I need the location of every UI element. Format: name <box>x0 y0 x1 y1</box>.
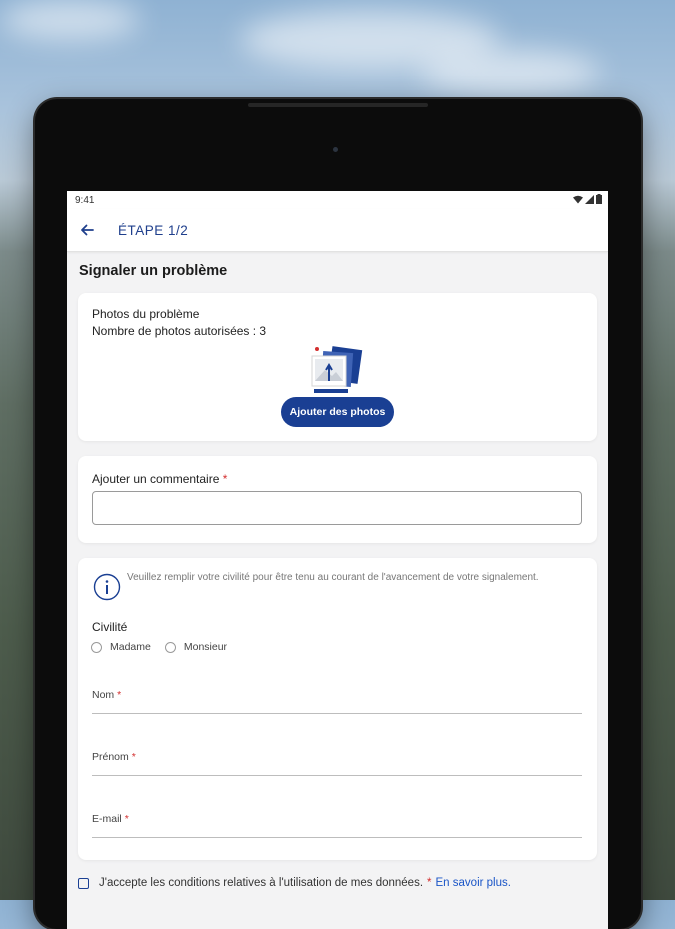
signal-icon <box>585 194 594 204</box>
back-arrow-icon[interactable] <box>77 220 97 240</box>
email-label-text: E-mail <box>92 813 122 825</box>
civility-options: Madame Monsieur <box>91 641 227 653</box>
required-mark: * <box>427 877 432 889</box>
photos-title: Photos du problème <box>92 307 200 321</box>
photos-limit: Nombre de photos autorisées : 3 <box>92 324 267 338</box>
info-icon <box>93 573 121 601</box>
consent-row: J'accepte les conditions relatives à l'u… <box>78 877 511 889</box>
photo-gallery-icon <box>311 346 363 393</box>
step-title: ÉTAPE 1/2 <box>118 223 189 238</box>
nom-label: Nom * <box>92 689 121 701</box>
prenom-field[interactable]: Prénom * <box>92 749 582 776</box>
add-photos-button[interactable]: Ajouter des photos <box>281 397 394 427</box>
required-mark: * <box>222 472 228 486</box>
info-text: Veuillez remplir votre civilité pour êtr… <box>127 572 539 583</box>
battery-icon <box>596 194 602 204</box>
civility-label: Civilité <box>92 620 128 634</box>
nom-field[interactable]: Nom * <box>92 687 582 714</box>
required-mark: * <box>131 751 136 763</box>
contact-card: Veuillez remplir votre civilité pour êtr… <box>78 558 597 860</box>
prenom-label-text: Prénom <box>92 751 129 763</box>
comment-label: Ajouter un commentaire * <box>92 472 227 486</box>
radio-madame-label: Madame <box>110 641 151 653</box>
consent-text: J'accepte les conditions relatives à l'u… <box>99 877 424 889</box>
speaker-grille <box>248 103 428 107</box>
front-camera <box>333 147 338 152</box>
status-time: 9:41 <box>75 195 95 206</box>
app-screen: 9:41 ÉTAPE 1/2 Signaler un problème Phot… <box>67 191 608 929</box>
prenom-label: Prénom * <box>92 751 136 763</box>
tablet-frame: 9:41 ÉTAPE 1/2 Signaler un problème Phot… <box>35 99 641 929</box>
required-mark: * <box>117 689 122 701</box>
comment-card: Ajouter un commentaire * <box>78 456 597 543</box>
learn-more-link[interactable]: En savoir plus. <box>436 877 511 889</box>
required-mark: * <box>124 813 129 825</box>
comment-label-text: Ajouter un commentaire <box>92 472 220 486</box>
page-title: Signaler un problème <box>79 263 228 279</box>
radio-monsieur-label: Monsieur <box>183 641 228 653</box>
nom-label-text: Nom <box>92 689 115 701</box>
wifi-icon <box>573 195 583 203</box>
consent-checkbox[interactable] <box>78 877 89 889</box>
comment-input[interactable] <box>92 491 582 525</box>
radio-madame[interactable] <box>91 641 102 653</box>
photos-card: Photos du problème Nombre de photos auto… <box>78 293 597 441</box>
email-label: E-mail * <box>92 813 129 825</box>
email-field[interactable]: E-mail * <box>92 811 582 838</box>
radio-monsieur[interactable] <box>164 641 176 653</box>
status-bar: 9:41 <box>67 191 608 209</box>
status-icons <box>573 194 602 204</box>
app-bar: ÉTAPE 1/2 <box>67 209 608 252</box>
